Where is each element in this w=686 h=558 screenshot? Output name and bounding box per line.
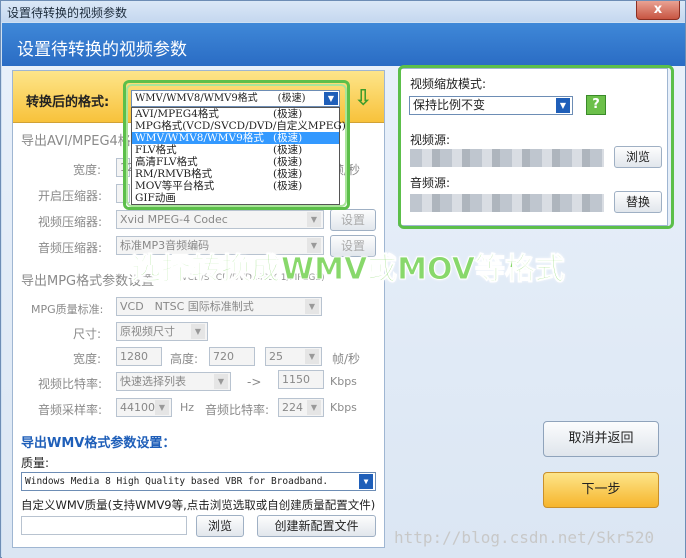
mpg-hz-label: Hz [180, 401, 195, 414]
mpg-width-label: 宽度: [73, 352, 102, 366]
mpg-vbitrate-select[interactable]: 快速选择列表 ▼ [116, 372, 231, 391]
chevron-down-icon: ▼ [155, 400, 169, 415]
wmv-custom-path-input[interactable] [21, 516, 187, 535]
avi-video-comp-select[interactable]: Xvid MPEG-4 Codec ▼ [116, 210, 324, 229]
mpg-quality-select[interactable]: VCD NTSC 国际标准制式 ▼ [116, 297, 322, 316]
mpg-kbps-label: Kbps [330, 375, 357, 388]
annotation-text: 选择转换成WMV或MOV等格式 [131, 252, 566, 288]
mpg-samplerate-label: 音频采样率: [38, 403, 103, 417]
chevron-down-icon: ▼ [191, 324, 205, 339]
mpg-fps-value: 25 [269, 350, 283, 363]
wmv-quality-select[interactable]: Windows Media 8 High Quality based VBR f… [21, 472, 376, 491]
chevron-down-icon: ▼ [214, 374, 228, 389]
title-bar: 设置待转换的视频参数 x [1, 1, 685, 22]
mpg-fps-label: 帧/秒 [332, 352, 361, 366]
mpg-vbitrate-label: 视频比特率: [38, 377, 103, 391]
cancel-return-button[interactable]: 取消并返回 [543, 421, 659, 457]
avi-width-label: 宽度: [73, 163, 102, 177]
mpg-height-label: 高度: [170, 352, 199, 366]
close-button[interactable]: x [636, 1, 680, 20]
wmv-browse-button[interactable]: 浏览 [196, 515, 244, 537]
wmv-quality-label: 质量: [21, 456, 50, 470]
page-title: 设置待转换的视频参数 [17, 40, 187, 60]
chevron-down-icon: ▼ [359, 474, 373, 489]
chevron-down-icon: ▼ [307, 212, 321, 227]
header-banner: 设置待转换的视频参数 [2, 23, 685, 66]
chevron-down-icon: ▼ [305, 299, 319, 314]
mpg-samplerate-select[interactable]: 44100 ▼ [116, 398, 172, 417]
avi-video-comp-label: 视频压缩器: [38, 215, 103, 229]
mpg-size-value: 原视频尺寸 [120, 325, 175, 338]
wmv-quality-value: Windows Media 8 High Quality based VBR f… [25, 476, 329, 487]
next-step-button[interactable]: 下一步 [543, 472, 659, 508]
mpg-size-label: 尺寸: [73, 327, 102, 341]
highlight-ring-inner [126, 84, 347, 207]
wmv-section-title: 导出WMV格式参数设置： [21, 436, 176, 451]
avi-audio-comp-label: 音频压缩器: [38, 241, 103, 255]
mpg-samplerate-value: 44100 [120, 401, 155, 414]
format-label: 转换后的格式: [26, 95, 110, 110]
mpg-abitrate-select[interactable]: 224 ▼ [278, 398, 324, 417]
chevron-down-icon: ▼ [305, 349, 319, 364]
avi-video-comp-value: Xvid MPEG-4 Codec [120, 213, 228, 226]
create-config-button[interactable]: 创建新配置文件 [257, 515, 376, 537]
avi-video-settings-button[interactable]: 设置 [330, 209, 376, 231]
mpg-abitrate-label: 音频比特率: [205, 403, 270, 417]
window-title: 设置待转换的视频参数 [7, 6, 128, 20]
avi-compressor-label: 开启压缩器: [38, 189, 103, 203]
mpg-quality-label: MPG质量标准: [31, 303, 104, 316]
chevron-down-icon: ▼ [307, 400, 321, 415]
mpg-kbps2-label: Kbps [330, 401, 357, 414]
highlight-ring-source [398, 65, 674, 229]
wmv-custom-label: 自定义WMV质量(支持WMV9等,点击浏览选取或自创建质量配置文件) [21, 498, 376, 512]
mpg-vbitrate-value: 快速选择列表 [120, 375, 186, 388]
mpg-width-input[interactable]: 1280 [116, 347, 162, 366]
mpg-height-input[interactable]: 720 [209, 347, 255, 366]
mpg-size-select[interactable]: 原视频尺寸 ▼ [116, 322, 208, 341]
mpg-arrow-label: -> [247, 375, 262, 389]
watermark: http://blog.csdn.net/Skr520 [394, 528, 655, 547]
mpg-fps-select[interactable]: 25 ▼ [265, 347, 322, 366]
mpg-quality-value: VCD NTSC 国际标准制式 [120, 300, 254, 313]
mpg-abitrate-value: 224 [282, 401, 303, 414]
mpg-kbps-input[interactable]: 1150 [278, 370, 324, 389]
arrow-down-icon: ⇩ [354, 86, 373, 111]
